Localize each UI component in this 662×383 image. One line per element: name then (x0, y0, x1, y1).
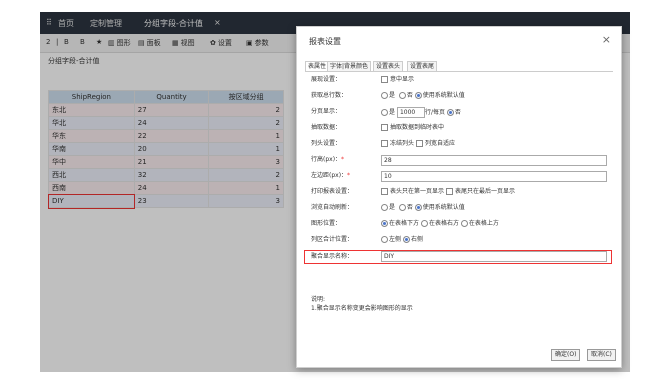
footer-last-page-checkbox[interactable] (445, 188, 453, 195)
row-pagination: 分页显示： 是 1000 行/每页 否 (311, 107, 611, 118)
note-block: 说明: 1.聚合显示名称变更会影响图形的显示 (311, 295, 413, 313)
pagination-label: 分页显示： (311, 108, 342, 115)
extract-checkbox[interactable] (381, 124, 388, 131)
header-first-page-checkbox[interactable] (381, 188, 388, 195)
note-text: 1.聚合显示名称变更会影响图形的显示 (311, 305, 413, 312)
auto-width-option: 列宽自适应 (424, 140, 455, 147)
auto-width-checkbox[interactable] (415, 140, 423, 147)
extract-label: 抽取数据： (311, 124, 342, 131)
chart-right-radio[interactable] (420, 220, 428, 227)
row-height-label: 行高(px)： (311, 156, 342, 163)
refresh-no: 否 (406, 204, 413, 211)
total-rows-default: 使用系统默认值 (422, 92, 465, 99)
row-chart-position: 图形位置： 在表格下方 在表格右方 在表格上方 (311, 219, 611, 229)
row-aggregate-name: 聚合显示名称： DIY (304, 250, 612, 264)
row-print-settings: 打印报表设置： 表头只在第一页显示 表尾只在最后一页显示 (311, 187, 611, 197)
dialog-tab-bar: 表属性 字体|背景颜色 设置表头 设置表尾 (305, 61, 613, 72)
row-total-rows: 获取总行数： 是 否 使用系统默认值 (311, 91, 611, 101)
ok-button[interactable]: 确定(O) (551, 349, 581, 361)
refresh-no-radio[interactable] (398, 204, 406, 211)
chart-above: 在表格上方 (468, 220, 499, 227)
total-rows-yes-radio[interactable] (381, 92, 388, 99)
row-left-margin: 左边距(px)：* 10 (311, 171, 611, 182)
refresh-default-radio[interactable] (414, 204, 422, 211)
left-margin-label: 左边距(px)： (311, 172, 348, 179)
page-size-input[interactable]: 1000 (396, 107, 425, 118)
pagination-no-radio[interactable] (446, 109, 454, 116)
display-option: 意中显示 (390, 76, 415, 83)
refresh-yes-radio[interactable] (381, 204, 388, 211)
pagination-yes: 是 (389, 109, 396, 116)
row-row-height: 行高(px)：* 28 (311, 155, 611, 166)
required-icon: * (341, 156, 345, 163)
refresh-yes: 是 (389, 204, 396, 211)
tab-font-background[interactable]: 字体|背景颜色 (327, 61, 372, 71)
page-size-unit: 行/每页 (424, 109, 445, 116)
total-rows-yes: 是 (389, 92, 396, 99)
freeze-header-option: 冻结列头 (390, 140, 415, 147)
display-label: 展现设置： (311, 76, 342, 83)
extract-option: 抽取数据到临时表中 (390, 124, 445, 131)
chart-below-radio[interactable] (381, 220, 388, 227)
tab-table-footer[interactable]: 设置表尾 (407, 61, 438, 71)
aggregate-name-input[interactable]: DIY (381, 251, 607, 262)
tab-table-properties[interactable]: 表属性 (305, 61, 330, 71)
dialog-title: 报表设置 (309, 37, 341, 46)
aggregate-name-label: 聚合显示名称： (311, 253, 354, 260)
total-right-radio[interactable] (402, 236, 410, 243)
chart-above-radio[interactable] (460, 220, 468, 227)
print-label: 打印报表设置： (311, 188, 354, 195)
row-height-input[interactable]: 28 (381, 155, 607, 166)
total-position-label: 列区合计位置： (311, 236, 354, 243)
total-rows-no-radio[interactable] (398, 92, 406, 99)
chart-right: 在表格右方 (428, 220, 459, 227)
total-left: 左侧 (389, 236, 402, 243)
total-rows-no: 否 (406, 92, 413, 99)
note-title: 说明: (311, 296, 326, 303)
chart-below: 在表格下方 (389, 220, 420, 227)
auto-refresh-label: 浏览自动刷新： (311, 204, 354, 211)
freeze-header-checkbox[interactable] (381, 140, 388, 147)
column-header-label: 列头设置： (311, 140, 342, 147)
total-rows-label: 获取总行数： (311, 92, 348, 99)
footer-last-page-option: 表尾只在最后一页显示 (454, 188, 515, 195)
pagination-no: 否 (454, 109, 461, 116)
row-total-position: 列区合计位置： 左侧 右侧 (311, 235, 611, 245)
row-column-header: 列头设置： 冻结列头 列宽自适应 (311, 139, 611, 149)
row-auto-refresh: 浏览自动刷新： 是 否 使用系统默认值 (311, 203, 611, 213)
row-display: 展现设置： 意中显示 (311, 75, 611, 85)
total-rows-default-radio[interactable] (414, 92, 422, 99)
total-right: 右侧 (410, 236, 423, 243)
chart-position-label: 图形位置： (311, 220, 342, 227)
display-checkbox[interactable] (381, 76, 388, 83)
report-settings-dialog: 报表设置 × 表属性 字体|背景颜色 设置表头 设置表尾 展现设置： 意中显示 … (296, 26, 622, 368)
pagination-yes-radio[interactable] (381, 109, 388, 116)
tab-table-header[interactable]: 设置表头 (373, 61, 404, 71)
cancel-button[interactable]: 取消(C) (587, 349, 616, 361)
header-first-page-option: 表头只在第一页显示 (390, 188, 445, 195)
row-extract-data: 抽取数据： 抽取数据到临时表中 (311, 123, 611, 133)
close-icon[interactable]: × (602, 33, 611, 46)
refresh-default: 使用系统默认值 (422, 204, 465, 211)
total-left-radio[interactable] (381, 236, 388, 243)
left-margin-input[interactable]: 10 (381, 171, 607, 182)
required-icon: * (347, 172, 351, 179)
